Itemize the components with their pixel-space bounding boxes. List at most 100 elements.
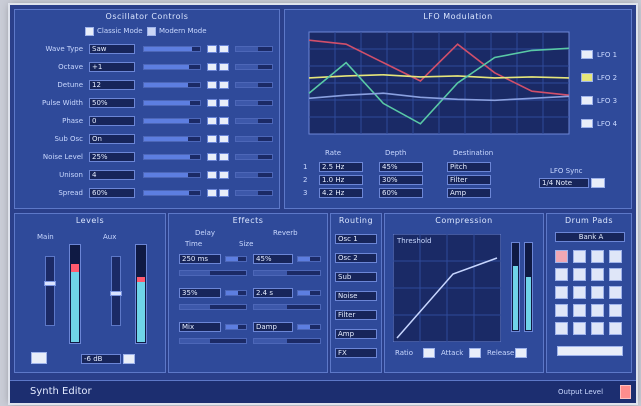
effects-slider-b[interactable] [297, 290, 321, 296]
osc-row-toggle-a[interactable] [207, 171, 217, 179]
osc-row-toggle-b[interactable] [219, 45, 229, 53]
effects-slider-b[interactable] [297, 256, 321, 262]
drum-pad[interactable] [555, 268, 568, 281]
lfo-table-cell[interactable]: Amp [447, 188, 491, 198]
drum-pad[interactable] [591, 268, 604, 281]
routing-item[interactable]: Filter [335, 310, 377, 320]
effects-value-b[interactable]: Damp [253, 322, 293, 332]
osc-row-toggle-b[interactable] [219, 171, 229, 179]
compression-control-button[interactable] [469, 348, 481, 358]
drum-pad[interactable] [591, 286, 604, 299]
main-fader-knob[interactable] [44, 281, 56, 286]
lfo-table-cell[interactable]: Pitch [447, 162, 491, 172]
osc-row-toggle-a[interactable] [207, 153, 217, 161]
lfo-table-cell[interactable]: 1.0 Hz [319, 175, 363, 185]
effects-slider-a[interactable] [225, 290, 247, 296]
osc-row-slider[interactable] [143, 136, 201, 142]
routing-item[interactable]: Noise [335, 291, 377, 301]
osc-row-value[interactable]: 4 [89, 170, 135, 180]
osc-row-fine-slider[interactable] [235, 100, 273, 106]
mode-a-checkbox[interactable] [85, 27, 94, 36]
levels-bottom-field[interactable]: -6 dB [81, 354, 121, 364]
lfo-table-cell[interactable]: Filter [447, 175, 491, 185]
lfo-sync-button[interactable] [591, 178, 605, 188]
footer-alert-button[interactable] [620, 385, 631, 399]
osc-row-fine-slider[interactable] [235, 172, 273, 178]
drum-pad[interactable] [609, 286, 622, 299]
lfo-sync-field[interactable]: 1/4 Note [539, 178, 589, 188]
main-fader[interactable] [44, 256, 56, 326]
drum-pad[interactable] [555, 250, 568, 263]
effects-value-b[interactable]: 45% [253, 254, 293, 264]
osc-row-value[interactable]: Saw [89, 44, 135, 54]
osc-row-toggle-b[interactable] [219, 153, 229, 161]
osc-row-value[interactable]: 12 [89, 80, 135, 90]
lfo-table-cell[interactable]: 60% [379, 188, 423, 198]
compression-control-button[interactable] [515, 348, 527, 358]
drum-pad[interactable] [573, 304, 586, 317]
effects-value-a[interactable]: 35% [179, 288, 221, 298]
osc-row-toggle-a[interactable] [207, 135, 217, 143]
osc-row-toggle-a[interactable] [207, 117, 217, 125]
lfo-legend-swatch[interactable] [581, 50, 593, 59]
effects-mix-slider[interactable] [253, 270, 321, 276]
effects-slider-b[interactable] [297, 324, 321, 330]
osc-row-fine-slider[interactable] [235, 82, 273, 88]
routing-item[interactable]: Osc 1 [335, 234, 377, 244]
lfo-legend-swatch[interactable] [581, 73, 593, 82]
compression-control-button[interactable] [423, 348, 435, 358]
drum-pad[interactable] [591, 322, 604, 335]
routing-item[interactable]: Sub [335, 272, 377, 282]
drum-pad[interactable] [573, 250, 586, 263]
lfo-legend-swatch[interactable] [581, 96, 593, 105]
osc-row-value[interactable]: 0 [89, 116, 135, 126]
osc-row-slider[interactable] [143, 64, 201, 70]
drum-pad[interactable] [573, 322, 586, 335]
osc-row-toggle-b[interactable] [219, 189, 229, 197]
drum-pad[interactable] [573, 268, 586, 281]
osc-row-value[interactable]: 50% [89, 98, 135, 108]
lfo-table-cell[interactable]: 30% [379, 175, 423, 185]
routing-item[interactable]: Osc 2 [335, 253, 377, 263]
osc-row-slider[interactable] [143, 172, 201, 178]
lfo-table-cell[interactable]: 45% [379, 162, 423, 172]
osc-row-fine-slider[interactable] [235, 154, 273, 160]
drum-bank-field[interactable]: Bank A [555, 232, 625, 242]
osc-row-fine-slider[interactable] [235, 136, 273, 142]
osc-row-fine-slider[interactable] [235, 190, 273, 196]
effects-slider-a[interactable] [225, 324, 247, 330]
lfo-table-cell[interactable]: 4.2 Hz [319, 188, 363, 198]
osc-row-value[interactable]: 25% [89, 152, 135, 162]
drum-pad[interactable] [591, 304, 604, 317]
osc-row-toggle-b[interactable] [219, 63, 229, 71]
osc-row-fine-slider[interactable] [235, 118, 273, 124]
drum-pad[interactable] [609, 322, 622, 335]
drum-pad[interactable] [609, 268, 622, 281]
drum-pads-action-button[interactable] [557, 346, 623, 356]
aux-fader[interactable] [110, 256, 122, 326]
osc-row-toggle-a[interactable] [207, 189, 217, 197]
effects-mix-slider[interactable] [253, 338, 321, 344]
effects-mix-slider[interactable] [179, 304, 247, 310]
drum-pad[interactable] [555, 304, 568, 317]
levels-bottom-button[interactable] [123, 354, 135, 364]
levels-link-button[interactable] [31, 352, 47, 364]
effects-value-a[interactable]: Mix [179, 322, 221, 332]
osc-row-slider[interactable] [143, 46, 201, 52]
routing-item[interactable]: FX [335, 348, 377, 358]
osc-row-fine-slider[interactable] [235, 64, 273, 70]
osc-row-toggle-a[interactable] [207, 99, 217, 107]
osc-row-toggle-b[interactable] [219, 81, 229, 89]
osc-row-value[interactable]: On [89, 134, 135, 144]
drum-pad[interactable] [573, 286, 586, 299]
osc-row-slider[interactable] [143, 118, 201, 124]
osc-row-toggle-b[interactable] [219, 99, 229, 107]
osc-row-value[interactable]: 60% [89, 188, 135, 198]
aux-fader-knob[interactable] [110, 291, 122, 296]
effects-mix-slider[interactable] [179, 270, 247, 276]
osc-row-value[interactable]: +1 [89, 62, 135, 72]
routing-item[interactable]: Amp [335, 329, 377, 339]
effects-value-b[interactable]: 2.4 s [253, 288, 293, 298]
drum-pad[interactable] [591, 250, 604, 263]
drum-pad[interactable] [609, 304, 622, 317]
